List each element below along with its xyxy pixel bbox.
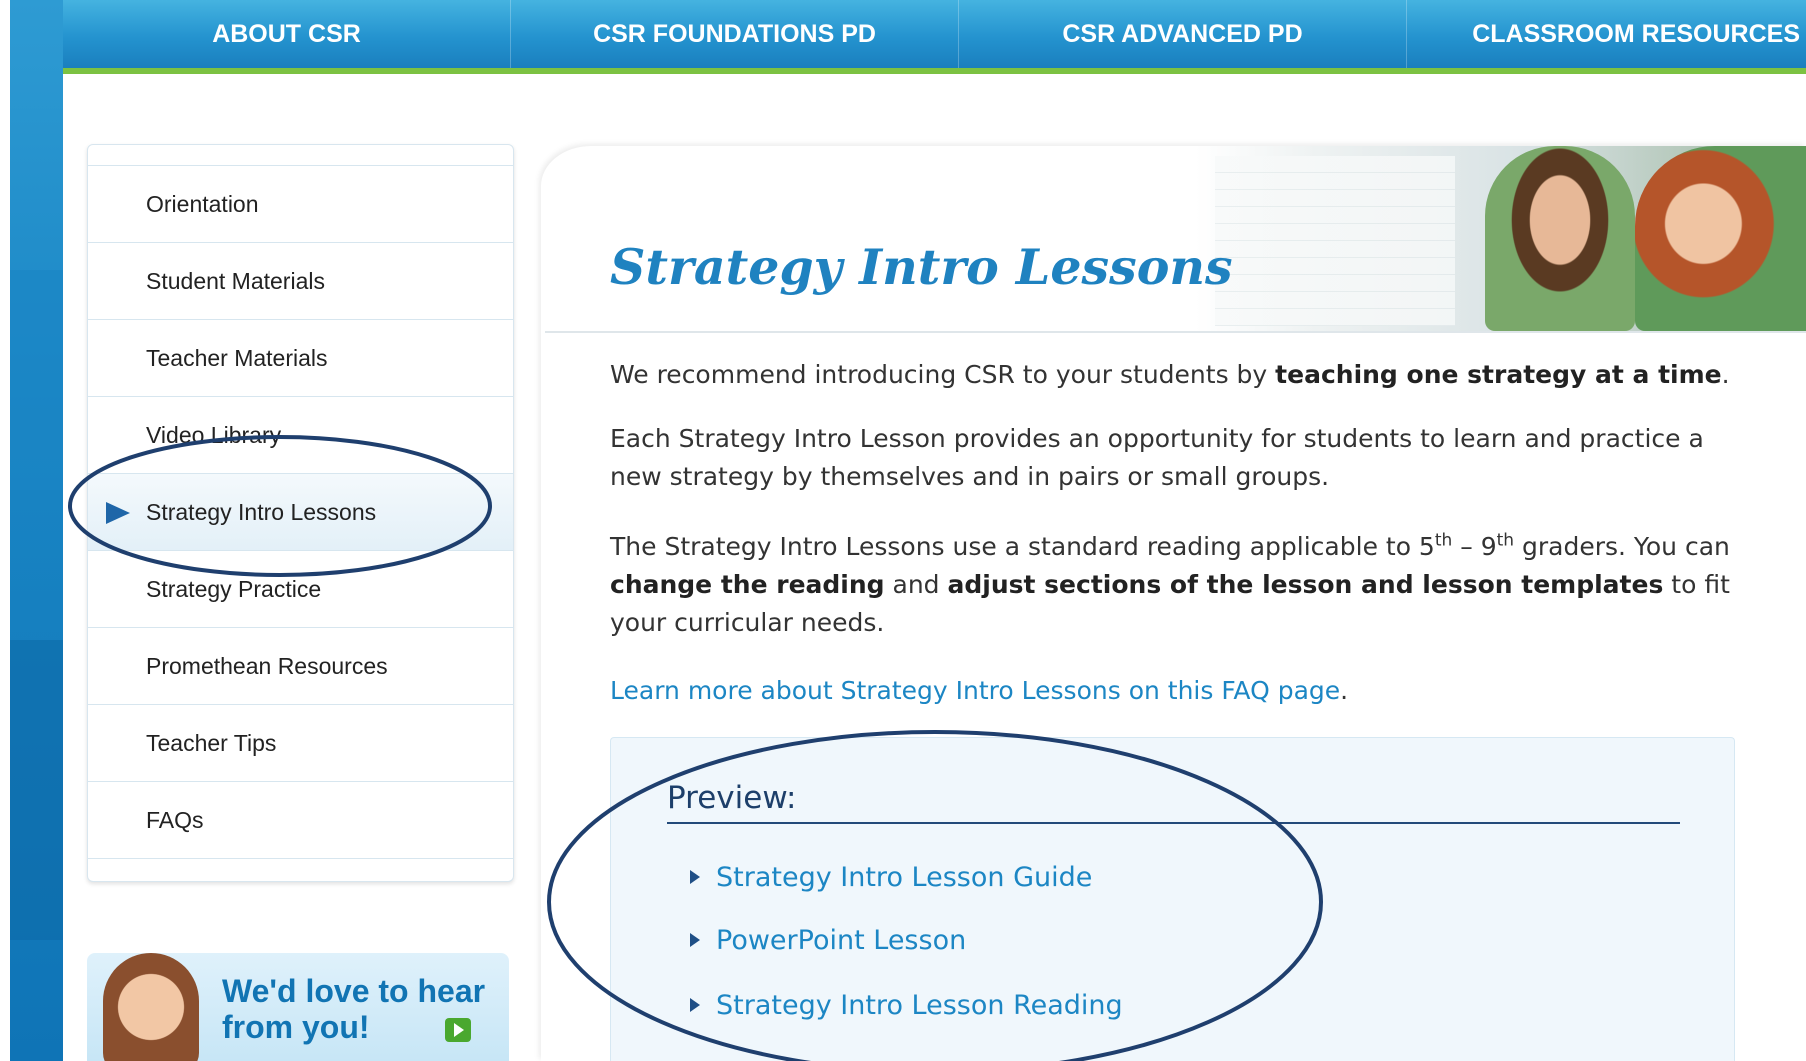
text: graders. You can — [1514, 532, 1730, 561]
edge-shade — [10, 640, 63, 940]
sidebar-item-label: Teacher Tips — [146, 729, 277, 756]
preview-link-label: Strategy Intro Lesson Guide — [716, 861, 1093, 893]
page-title: Strategy Intro Lessons — [610, 238, 1233, 296]
banner-person — [1635, 146, 1806, 331]
sidebar-item-video-library[interactable]: Video Library — [88, 397, 513, 474]
text: – 9 — [1452, 532, 1497, 561]
top-navigation: ABOUT CSR CSR FOUNDATIONS PD CSR ADVANCE… — [63, 0, 1806, 74]
play-icon[interactable] — [445, 1018, 471, 1042]
superscript: th — [1496, 530, 1515, 551]
sidebar-item-label: Strategy Intro Lessons — [146, 498, 377, 525]
preview-link-label: Strategy Intro Lesson Reading — [716, 989, 1123, 1021]
text: . — [1721, 360, 1730, 389]
banner-person — [1485, 146, 1635, 331]
description-paragraph: Each Strategy Intro Lesson provides an o… — [610, 424, 1704, 491]
banner-photo — [1195, 146, 1806, 331]
faq-link[interactable]: Learn more about Strategy Intro Lessons … — [610, 676, 1340, 705]
sidebar-menu: Orientation Student Materials Teacher Ma… — [87, 144, 514, 882]
text: and — [884, 570, 948, 599]
text: The Strategy Intro Lessons use a standar… — [610, 532, 1435, 561]
left-edge-decoration — [0, 0, 63, 1061]
nav-classroom-resources[interactable]: CLASSROOM RESOURCES — [1407, 0, 1806, 68]
bold-text: adjust sections of the lesson and lesson… — [947, 570, 1664, 599]
triangle-bullet-icon — [690, 933, 700, 947]
preview-link-label: PowerPoint Lesson — [716, 924, 967, 956]
feedback-banner[interactable]: We'd love to hear from you! — [87, 953, 509, 1061]
sidebar-item-label: Teacher Materials — [146, 344, 328, 371]
triangle-bullet-icon — [690, 870, 700, 884]
intro-paragraph: We recommend introducing CSR to your stu… — [610, 356, 1750, 394]
banner-divider — [545, 331, 1806, 333]
sidebar-item-promethean-resources[interactable]: Promethean Resources — [88, 628, 513, 705]
active-arrow-icon — [106, 502, 130, 524]
avatar — [103, 953, 199, 1061]
preview-heading: Preview: — [667, 780, 797, 816]
reading-paragraph: The Strategy Intro Lessons use a standar… — [610, 528, 1750, 642]
nav-csr-advanced-pd[interactable]: CSR ADVANCED PD — [959, 0, 1407, 68]
sidebar-menu-top — [88, 145, 513, 166]
preview-link-reading[interactable]: Strategy Intro Lesson Reading — [690, 986, 1123, 1024]
sidebar-item-teacher-tips[interactable]: Teacher Tips — [88, 705, 513, 782]
preview-divider — [667, 822, 1680, 824]
faq-period: . — [1340, 676, 1349, 705]
sidebar-item-label: Strategy Practice — [146, 575, 322, 602]
sidebar-item-student-materials[interactable]: Student Materials — [88, 243, 513, 320]
nav-csr-foundations-pd[interactable]: CSR FOUNDATIONS PD — [511, 0, 959, 68]
sidebar-item-label: Promethean Resources — [146, 652, 388, 679]
sidebar-item-strategy-intro-lessons[interactable]: Strategy Intro Lessons — [88, 474, 513, 551]
faq-link-line: Learn more about Strategy Intro Lessons … — [610, 672, 1348, 710]
sidebar-item-orientation[interactable]: Orientation — [88, 166, 513, 243]
edge-shade — [10, 270, 63, 490]
preview-link-powerpoint[interactable]: PowerPoint Lesson — [690, 921, 966, 959]
feedback-line-1: We'd love to hear — [222, 973, 486, 1009]
sidebar-item-label: FAQs — [146, 806, 204, 833]
sidebar-item-label: Video Library — [146, 421, 282, 448]
sidebar-item-label: Student Materials — [146, 267, 325, 294]
sidebar-item-strategy-practice[interactable]: Strategy Practice — [88, 551, 513, 628]
banner-paper — [1215, 156, 1455, 326]
sidebar-item-label: Orientation — [146, 190, 259, 217]
sidebar-item-teacher-materials[interactable]: Teacher Materials — [88, 320, 513, 397]
superscript: th — [1434, 530, 1453, 551]
sidebar-item-faqs[interactable]: FAQs — [88, 782, 513, 859]
edge-strip — [0, 0, 10, 1061]
text: We recommend introducing CSR to your stu… — [610, 360, 1276, 389]
nav-about-csr[interactable]: ABOUT CSR — [63, 0, 511, 68]
bold-text: change the reading — [610, 570, 885, 599]
preview-link-guide[interactable]: Strategy Intro Lesson Guide — [690, 858, 1092, 896]
triangle-bullet-icon — [690, 998, 700, 1012]
bold-text: teaching one strategy at a time — [1275, 360, 1722, 389]
